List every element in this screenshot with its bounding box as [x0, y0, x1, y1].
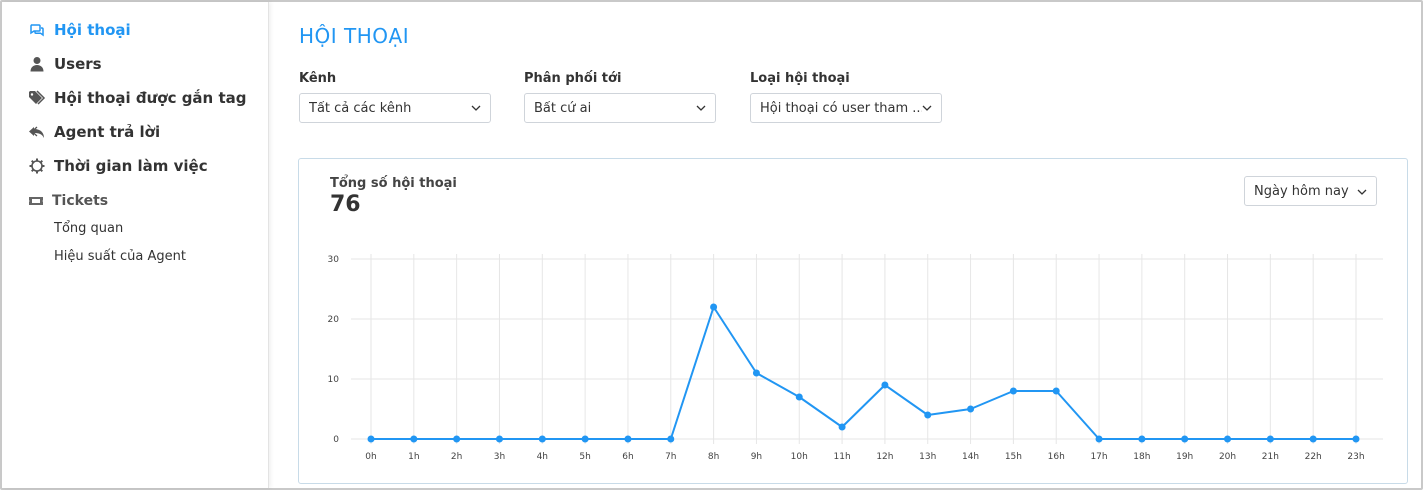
x-tick-label: 21h — [1262, 452, 1279, 462]
page-title: HỘI THOẠI — [299, 24, 410, 48]
data-point — [581, 435, 589, 443]
line-chart: 0 10 20 30 0h 1h 2h 3h 4h 5h 6h 7h 8h 9h 10h 11h 12h 13h 1… — [328, 254, 1383, 462]
sidebar-item-tagged-conversations[interactable]: Hội thoại được gắn tag — [28, 86, 247, 110]
x-tick-label: 14h — [962, 452, 979, 462]
x-tick-label: 0h — [365, 452, 376, 462]
x-tick-label: 1h — [408, 452, 419, 462]
data-point — [795, 393, 803, 401]
x-tick-label: 6h — [622, 452, 633, 462]
data-point — [367, 435, 375, 443]
x-tick-label: 17h — [1090, 452, 1107, 462]
assignee-select-value: Bất cứ ai — [534, 100, 592, 116]
tags-icon — [28, 89, 46, 107]
x-tick-label: 15h — [1005, 452, 1022, 462]
ticket-icon — [28, 193, 44, 209]
x-tick-label: 4h — [537, 452, 548, 462]
x-tick-label: 10h — [791, 452, 808, 462]
data-point — [1138, 435, 1146, 443]
data-point — [538, 435, 546, 443]
conversation-type-select-value: Hội thoại có user tham ... — [760, 100, 922, 116]
channel-select-value: Tất cả các kênh — [309, 100, 412, 116]
x-tick-label: 8h — [708, 452, 719, 462]
data-point — [924, 411, 932, 419]
data-point — [1266, 435, 1274, 443]
sidebar-item-label: Hội thoại — [54, 21, 131, 39]
data-point — [453, 435, 461, 443]
sidebar: Hội thoại Users Hội thoại được gắn tag A… — [2, 2, 269, 488]
sidebar-item-label: Users — [54, 55, 102, 73]
chat-icon — [28, 21, 46, 39]
x-tick-label: 23h — [1347, 452, 1364, 462]
data-point — [838, 423, 846, 431]
x-tick-label: 20h — [1219, 452, 1236, 462]
data-point — [667, 435, 675, 443]
sidebar-item-label: Agent trả lời — [54, 123, 161, 141]
data-point — [1181, 435, 1189, 443]
data-point — [967, 405, 975, 413]
data-point — [1052, 387, 1060, 395]
chevron-down-icon — [922, 103, 932, 113]
x-tick-label: 18h — [1133, 452, 1150, 462]
conversation-type-select[interactable]: Hội thoại có user tham ... — [750, 93, 942, 123]
y-tick-label: 20 — [328, 315, 340, 325]
sidebar-item-agent-replies[interactable]: Agent trả lời — [28, 120, 160, 144]
data-point — [1352, 435, 1360, 443]
x-tick-label: 12h — [876, 452, 893, 462]
data-point — [710, 303, 718, 311]
x-tick-label: 22h — [1305, 452, 1322, 462]
x-tick-label: 9h — [751, 452, 762, 462]
sidebar-item-conversations[interactable]: Hội thoại — [28, 18, 131, 42]
x-tick-label: 7h — [665, 452, 676, 462]
data-point — [1224, 435, 1232, 443]
y-tick-label: 0 — [333, 435, 339, 445]
conversation-chart-card: Tổng số hội thoại 76 Ngày hôm nay 0 10 20 3… — [298, 158, 1408, 484]
series-line — [371, 306, 1356, 440]
sidebar-item-label: Hội thoại được gắn tag — [54, 89, 247, 107]
y-tick-label: 10 — [328, 375, 340, 385]
sidebar-item-agent-performance[interactable]: Hiệu suất của Agent — [54, 249, 186, 264]
reply-all-icon — [28, 123, 46, 141]
assignee-select[interactable]: Bất cứ ai — [524, 93, 716, 123]
data-point — [1095, 435, 1103, 443]
x-tick-label: 11h — [834, 452, 851, 462]
x-tick-label: 5h — [579, 452, 590, 462]
x-tick-label: 3h — [494, 452, 505, 462]
user-icon — [28, 55, 46, 73]
y-tick-label: 30 — [328, 255, 340, 265]
chevron-down-icon — [696, 103, 706, 113]
chevron-down-icon — [471, 103, 481, 113]
data-point — [624, 435, 632, 443]
sidebar-item-users[interactable]: Users — [28, 52, 102, 76]
sidebar-section-label: Tickets — [52, 193, 109, 209]
data-point — [410, 435, 418, 443]
gear-icon — [28, 157, 46, 175]
sidebar-section-tickets: Tickets — [28, 190, 108, 212]
data-point — [1309, 435, 1317, 443]
assignee-filter-label: Phân phối tới — [524, 71, 622, 86]
x-tick-label: 2h — [451, 452, 462, 462]
data-point — [495, 435, 503, 443]
channel-select[interactable]: Tất cả các kênh — [299, 93, 491, 123]
channel-filter-label: Kênh — [299, 71, 337, 86]
x-tick-label: 16h — [1048, 452, 1065, 462]
sidebar-item-working-hours[interactable]: Thời gian làm việc — [28, 154, 208, 178]
x-tick-label: 19h — [1176, 452, 1193, 462]
sidebar-item-overview[interactable]: Tổng quan — [54, 221, 123, 236]
data-point — [1009, 387, 1017, 395]
sidebar-item-label: Thời gian làm việc — [54, 157, 208, 175]
data-point — [881, 381, 889, 389]
data-point — [752, 369, 760, 377]
x-tick-label: 13h — [919, 452, 936, 462]
conversation-type-filter-label: Loại hội thoại — [750, 71, 850, 86]
main-content: HỘI THOẠI Kênh Tất cả các kênh Phân phối… — [270, 2, 1421, 488]
